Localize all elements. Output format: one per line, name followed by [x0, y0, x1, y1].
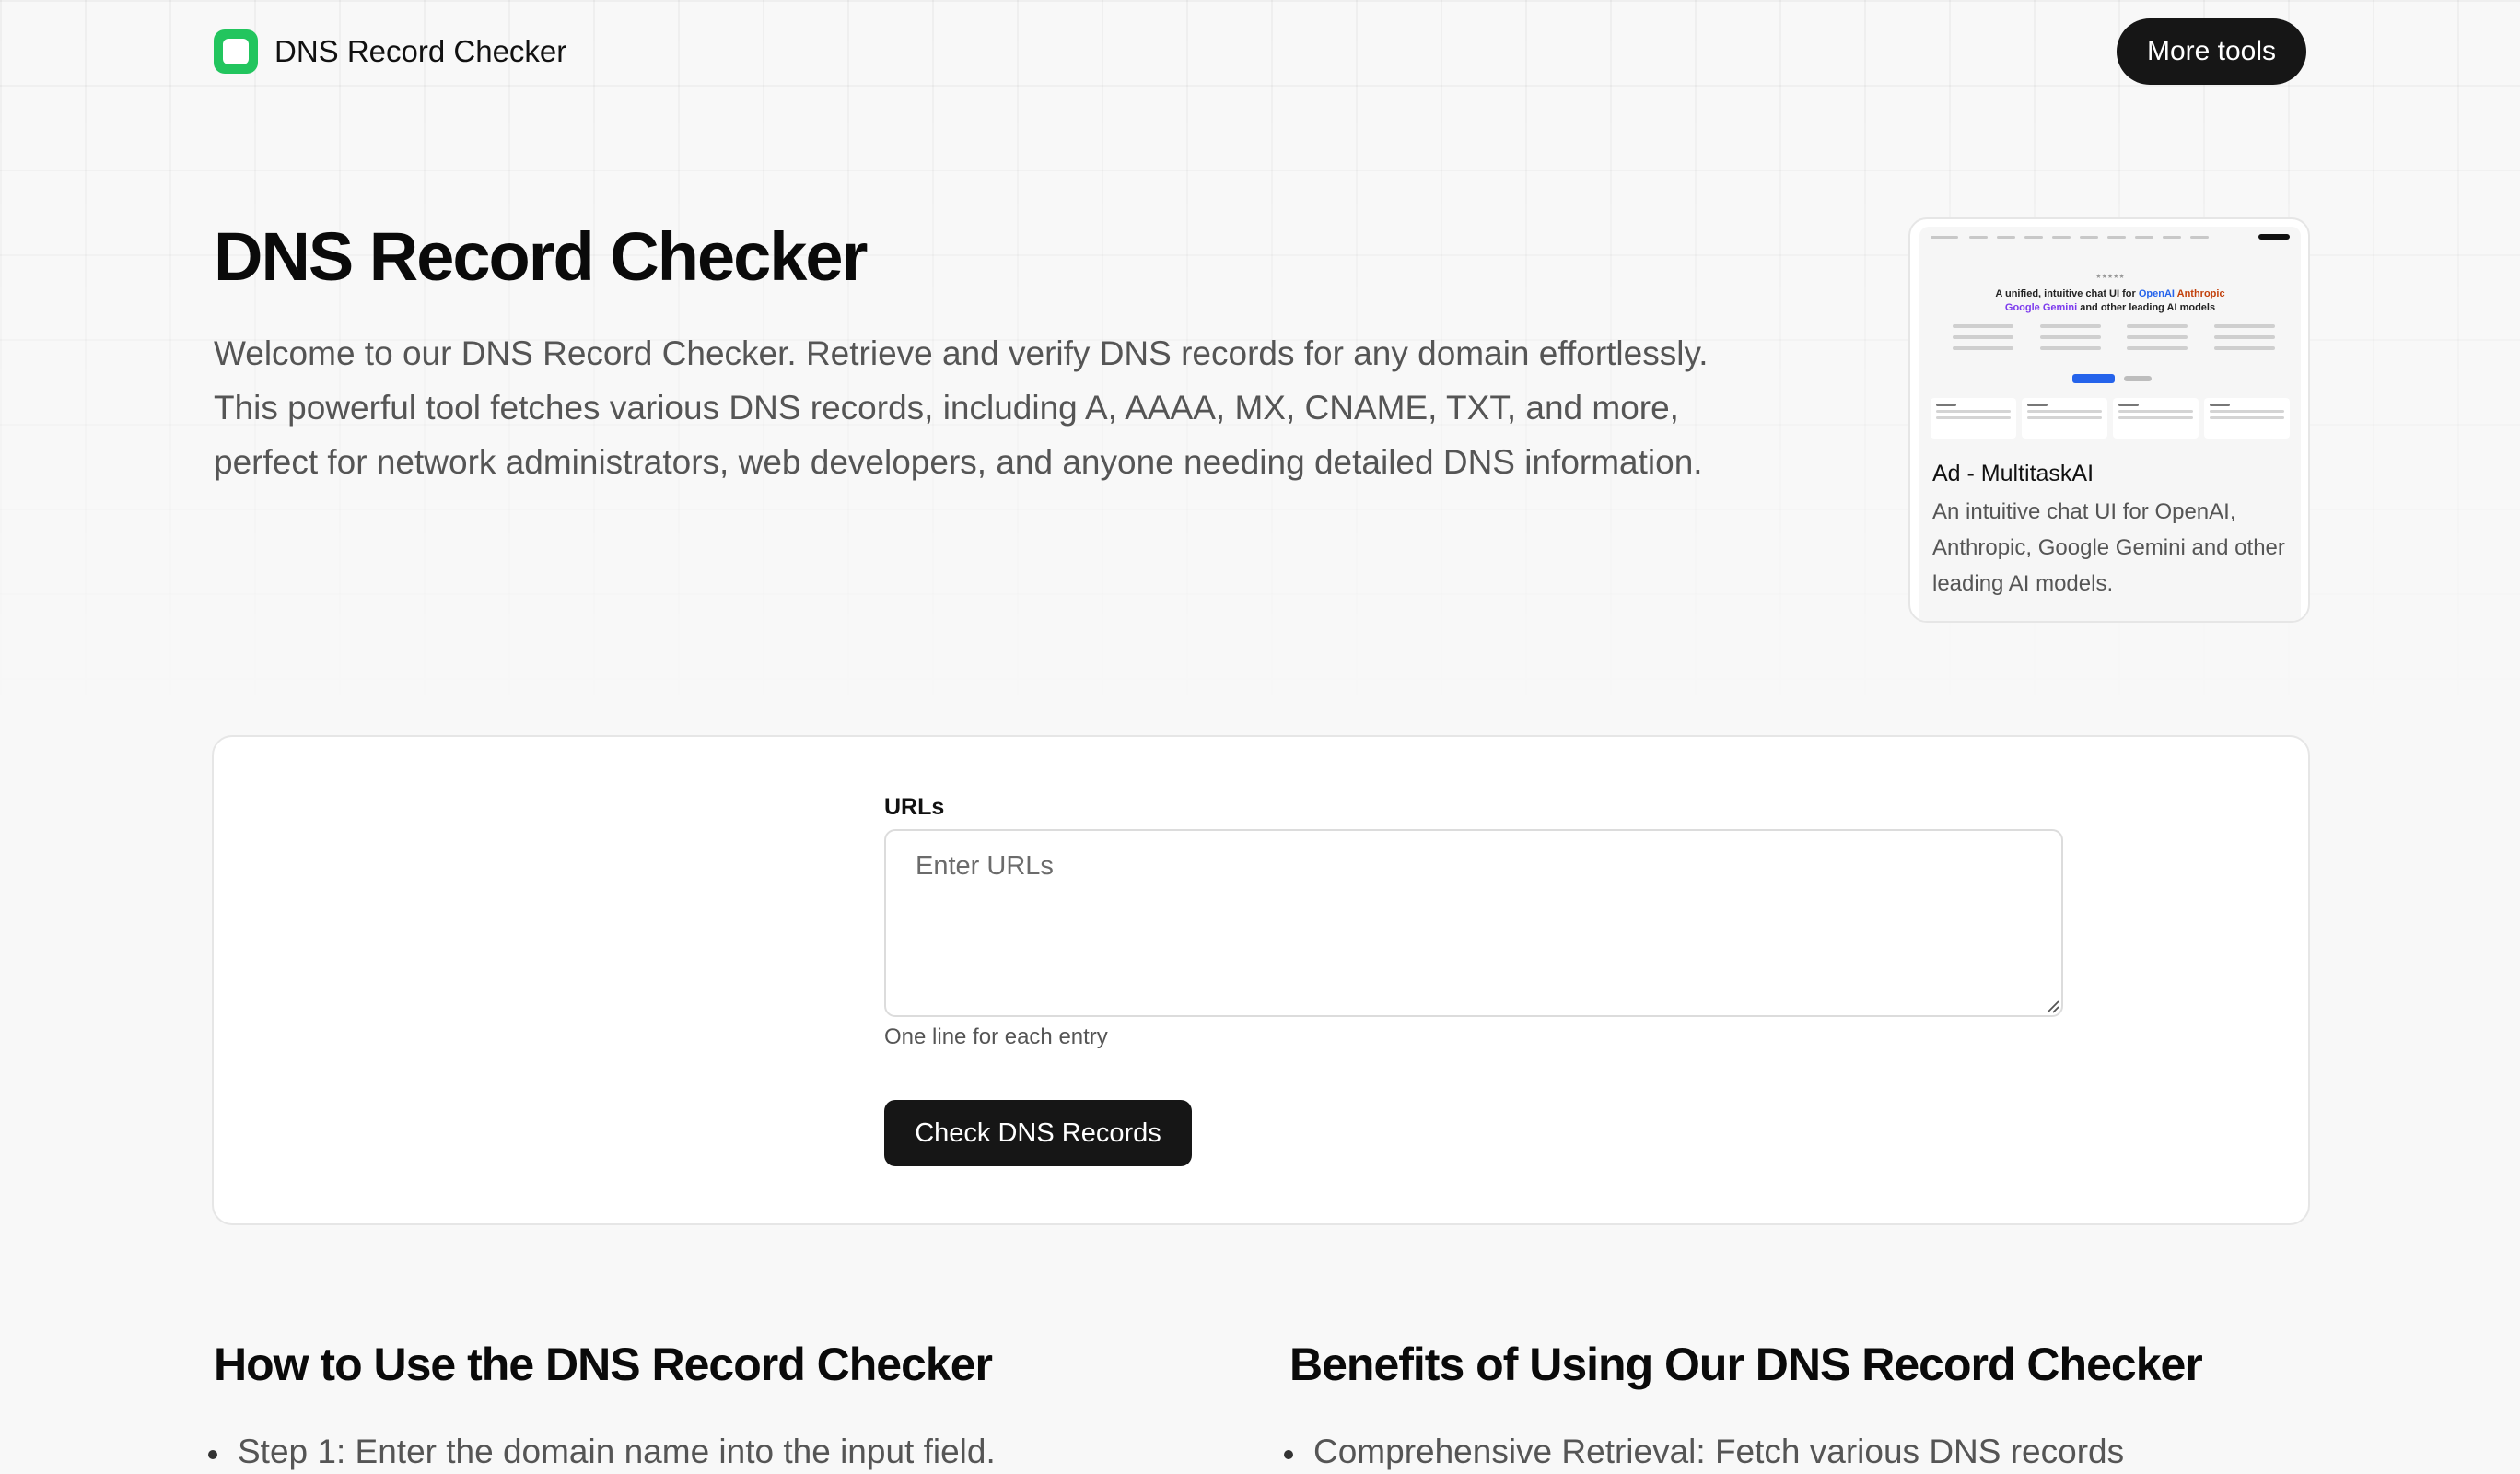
site-header: DNS Record Checker More tools: [0, 0, 2520, 103]
preview-feature-list: [1953, 324, 2275, 357]
preview-secondary-button: [2124, 376, 2152, 381]
list-item: Comprehensive Retrieval: Fetch various D…: [1284, 1424, 2124, 1474]
urls-hint: One line for each entry: [884, 1024, 1108, 1049]
logo-icon: [214, 29, 258, 74]
page-description: Welcome to our DNS Record Checker. Retri…: [214, 334, 1709, 481]
preview-rating-icon: ★★★★★: [2095, 274, 2125, 280]
check-dns-records-button[interactable]: Check DNS Records: [884, 1100, 1192, 1166]
urls-label: URLs: [884, 794, 945, 820]
ad-card[interactable]: ★★★★★ A unified, intuitive chat UI for O…: [1908, 217, 2310, 623]
list-item: Step 1: Enter the domain name into the i…: [208, 1424, 996, 1474]
brand-link[interactable]: DNS Record Checker: [214, 28, 566, 76]
benefits-title: Benefits of Using Our DNS Record Checker: [1289, 1339, 2203, 1390]
how-to-title: How to Use the DNS Record Checker: [214, 1339, 993, 1390]
ad-text: An intuitive chat UI for OpenAI, Anthrop…: [1932, 499, 2285, 596]
preview-cta-button: [2072, 374, 2115, 383]
resize-handle-icon[interactable]: [2045, 999, 2059, 1013]
tool-panel: URLs One line for each entry Check DNS R…: [212, 735, 2310, 1225]
preview-headline: A unified, intuitive chat UI for OpenAI …: [1995, 288, 2225, 313]
ad-title: Ad - MultitaskAI: [1932, 461, 2094, 486]
urls-input[interactable]: [884, 829, 2063, 1017]
how-to-list: Step 1: Enter the domain name into the i…: [208, 1424, 996, 1474]
benefits-list: Comprehensive Retrieval: Fetch various D…: [1284, 1424, 2124, 1474]
preview-nav: [1931, 234, 2290, 241]
brand-name: DNS Record Checker: [274, 34, 567, 68]
page-title: DNS Record Checker: [214, 218, 868, 295]
page: DNS Record Checker More tools DNS Record…: [0, 0, 2520, 1474]
more-tools-button[interactable]: More tools: [2117, 18, 2306, 85]
preview-cards: [1931, 398, 2290, 439]
